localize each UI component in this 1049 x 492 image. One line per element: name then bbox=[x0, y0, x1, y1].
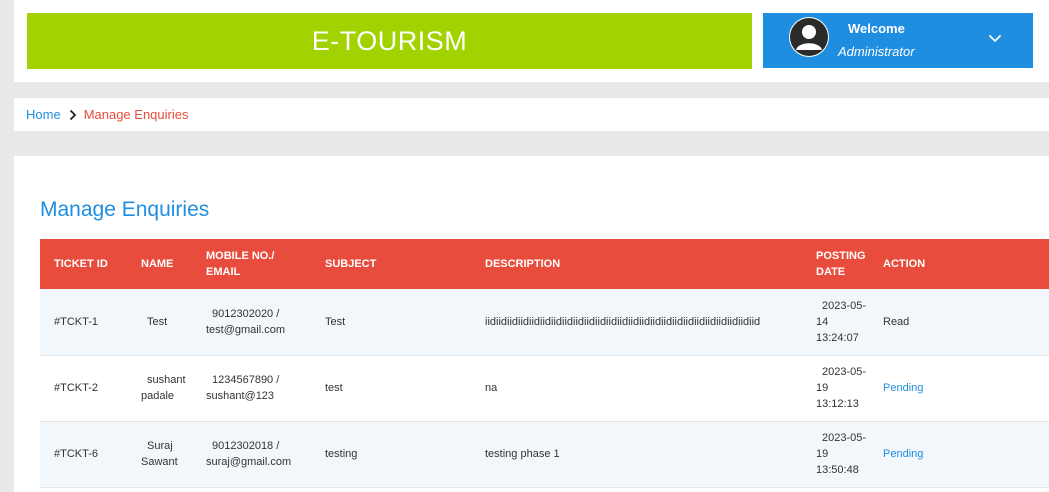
breadcrumb-current: Manage Enquiries bbox=[83, 107, 189, 122]
header-name: NAME bbox=[141, 258, 174, 270]
email: suraj@gmail.com bbox=[206, 456, 292, 468]
subject: Test bbox=[325, 315, 346, 328]
enquirer-first-name: Suraj bbox=[147, 440, 173, 452]
header-description: DESCRIPTION bbox=[485, 258, 561, 270]
header-posting-date: POSTING DATE bbox=[806, 239, 877, 289]
table-row: #TCKT-2 sushant padale 1234567890 / sush… bbox=[40, 355, 1049, 421]
header-subject: SUBJECT bbox=[325, 258, 377, 270]
email: test@gmail.com bbox=[206, 323, 286, 336]
user-role: Administrator bbox=[838, 44, 915, 59]
posting-date-line2: 19 bbox=[816, 448, 829, 460]
header-ticket-id: TICKET ID bbox=[54, 258, 108, 270]
table-header-row: TICKET ID NAME MOBILE NO./ EMAIL SUBJECT… bbox=[40, 239, 1049, 289]
ticket-id: #TCKT-6 bbox=[54, 448, 99, 460]
posting-date-line1: 2023-05- bbox=[822, 299, 867, 312]
subject: testing bbox=[325, 448, 358, 460]
header-date-line1: POSTING bbox=[816, 250, 866, 262]
enquirer-name: Test bbox=[147, 315, 168, 328]
enquirer-last-name: padale bbox=[141, 390, 175, 402]
user-avatar-icon bbox=[789, 17, 829, 57]
user-menu[interactable]: Welcome Administrator bbox=[763, 13, 1033, 68]
header-action: ACTION bbox=[883, 258, 926, 270]
posting-date-line2: 19 bbox=[816, 382, 829, 394]
chevron-right-icon bbox=[65, 108, 81, 122]
breadcrumb: Home Manage Enquiries bbox=[14, 98, 1049, 131]
enquirer-last-name: Sawant bbox=[141, 456, 178, 468]
description: na bbox=[485, 382, 498, 394]
posting-date-line2: 14 bbox=[816, 315, 829, 328]
posting-time: 13:24:07 bbox=[816, 331, 859, 344]
ticket-id: #TCKT-2 bbox=[54, 382, 99, 394]
header-mobile-line2: EMAIL bbox=[206, 266, 241, 278]
posting-date-line1: 2023-05- bbox=[822, 366, 867, 378]
mobile-number: 9012302020 / bbox=[212, 307, 280, 320]
posting-date-line1: 2023-05- bbox=[822, 432, 867, 444]
enquirer-first-name: sushant bbox=[147, 374, 186, 386]
posting-time: 13:12:13 bbox=[816, 398, 859, 410]
table-row: #TCKT-1 Test 9012302020 / test@gmail.com… bbox=[40, 289, 1049, 355]
breadcrumb-home-link[interactable]: Home bbox=[26, 107, 61, 122]
header-mobile-email: MOBILE NO./ EMAIL bbox=[201, 239, 315, 289]
header-date-line2: DATE bbox=[816, 266, 846, 278]
posting-time: 13:50:48 bbox=[816, 464, 859, 476]
brand-title: E-TOURISM bbox=[311, 25, 468, 56]
chevron-down-icon[interactable] bbox=[986, 29, 1004, 47]
header-mobile-line1: MOBILE NO./ bbox=[206, 250, 275, 262]
pending-status-link[interactable]: Pending bbox=[883, 382, 923, 394]
table-row: #TCKT-6 Suraj Sawant 9012302018 / suraj@… bbox=[40, 421, 1049, 487]
description: iidiidiidiidiidiidiidiidiidiidiidiidiidi… bbox=[485, 315, 761, 328]
subject: test bbox=[325, 382, 343, 394]
ticket-id: #TCKT-1 bbox=[54, 315, 99, 328]
description: testing phase 1 bbox=[485, 448, 560, 460]
mobile-number: 1234567890 / bbox=[212, 374, 280, 386]
email: sushant@123 bbox=[206, 390, 275, 402]
pending-status-link[interactable]: Pending bbox=[883, 448, 923, 460]
brand-logo[interactable]: E-TOURISM bbox=[27, 13, 752, 69]
page-title: Manage Enquiries bbox=[40, 198, 210, 221]
status-read: Read bbox=[883, 315, 910, 328]
enquiries-table: TICKET ID NAME MOBILE NO./ EMAIL SUBJECT… bbox=[40, 239, 1049, 488]
main-content: Manage Enquiries TICKET ID NAME MOBILE N… bbox=[14, 156, 1049, 492]
mobile-number: 9012302018 / bbox=[212, 440, 280, 452]
welcome-label: Welcome bbox=[848, 21, 905, 36]
